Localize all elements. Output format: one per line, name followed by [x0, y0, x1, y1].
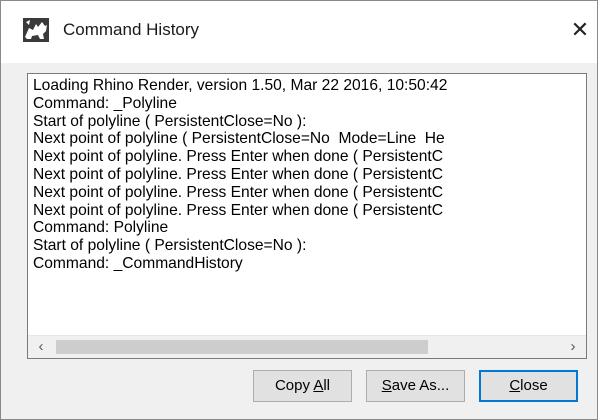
history-line: Next point of polyline ( PersistentClose…	[33, 130, 445, 148]
save-as-button[interactable]: Save As...	[366, 370, 465, 402]
close-button[interactable]: Close	[479, 370, 578, 402]
command-history-textbox[interactable]: Loading Rhino Render, version 1.50, Mar …	[27, 73, 587, 359]
title-bar: Command History ✕	[1, 1, 597, 63]
rhino-icon	[23, 18, 49, 42]
history-text: Loading Rhino Render, version 1.50, Mar …	[33, 77, 585, 327]
horizontal-scrollbar[interactable]: ‹ ›	[28, 335, 586, 358]
history-line: Next point of polyline. Press Enter when…	[33, 148, 443, 166]
history-line: Command: _CommandHistory	[33, 254, 243, 272]
history-line: Next point of polyline. Press Enter when…	[33, 201, 443, 219]
history-line: Start of polyline ( PersistentClose=No )…	[33, 112, 307, 130]
close-icon[interactable]: ✕	[567, 17, 593, 43]
history-line: Next point of polyline. Press Enter when…	[33, 165, 443, 183]
scrollbar-thumb[interactable]	[56, 340, 428, 354]
command-history-dialog: Command History ✕ Loading Rhino Render, …	[0, 0, 598, 420]
scroll-right-icon[interactable]: ›	[562, 336, 584, 358]
copy-all-button[interactable]: Copy All	[253, 370, 352, 402]
history-line: Command: Polyline	[33, 219, 169, 237]
history-line: Loading Rhino Render, version 1.50, Mar …	[33, 77, 448, 94]
history-line: Command: _Polyline	[33, 94, 177, 112]
window-title: Command History	[63, 20, 200, 39]
scroll-left-icon[interactable]: ‹	[30, 336, 52, 358]
history-line: Next point of polyline. Press Enter when…	[33, 183, 443, 201]
history-line: Start of polyline ( PersistentClose=No )…	[33, 237, 307, 255]
